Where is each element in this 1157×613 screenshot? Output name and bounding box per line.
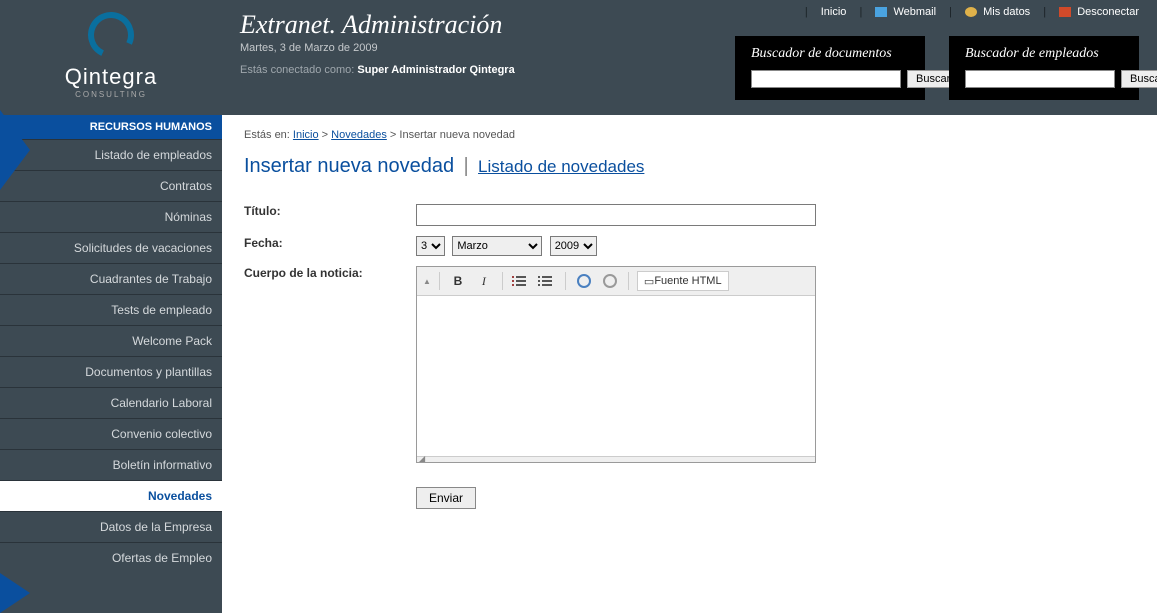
ordered-list-button[interactable] — [511, 271, 531, 291]
cuerpo-label: Cuerpo de la noticia: — [244, 266, 416, 280]
collapse-icon[interactable]: ▲ — [423, 277, 431, 286]
nav-desconectar[interactable]: Desconectar — [1077, 6, 1139, 18]
nav-webmail[interactable]: Webmail — [893, 6, 936, 18]
search-employees: Buscador de empleados Buscar — [949, 36, 1139, 100]
brand-logo-icon — [82, 6, 141, 65]
titulo-input[interactable] — [416, 204, 816, 226]
search-employees-button[interactable]: Buscar — [1121, 70, 1157, 88]
sidebar-item[interactable]: Boletín informativo — [0, 449, 222, 480]
sidebar-item[interactable]: Novedades — [0, 480, 222, 511]
listado-novedades-link[interactable]: Listado de novedades — [478, 157, 644, 176]
sidebar-item[interactable]: Contratos — [0, 170, 222, 201]
sidebar-item[interactable]: Welcome Pack — [0, 325, 222, 356]
sidebar-item[interactable]: Datos de la Empresa — [0, 511, 222, 542]
logout-icon — [1059, 7, 1071, 17]
sidebar-item[interactable]: Ofertas de Empleo — [0, 542, 222, 573]
italic-button[interactable]: I — [474, 271, 494, 291]
user-icon — [965, 7, 977, 17]
fecha-day-select[interactable]: 3 — [416, 236, 445, 256]
unlink-button[interactable] — [600, 271, 620, 291]
sidebar-item[interactable]: Convenio colectivo — [0, 418, 222, 449]
editor-textarea[interactable] — [417, 296, 815, 456]
breadcrumb-inicio[interactable]: Inicio — [293, 129, 319, 141]
sidebar: RECURSOS HUMANOS Listado de empleadosCon… — [0, 115, 222, 613]
brand-name: Qintegra — [0, 64, 222, 90]
nav-mis-datos[interactable]: Mis datos — [983, 6, 1030, 18]
sidebar-category[interactable]: RECURSOS HUMANOS — [0, 115, 222, 139]
header: | Inicio | Webmail | Mis datos | Descone… — [222, 0, 1157, 115]
main-content: Estás en: Inicio > Novedades > Insertar … — [222, 115, 1012, 613]
search-documents-title: Buscador de documentos — [751, 46, 909, 62]
sidebar-item[interactable]: Tests de empleado — [0, 294, 222, 325]
brand-block: Qintegra CONSULTING — [0, 0, 222, 115]
sidebar-item[interactable]: Solicitudes de vacaciones — [0, 232, 222, 263]
breadcrumb-current: Insertar nueva novedad — [399, 129, 515, 141]
nav-inicio[interactable]: Inicio — [821, 6, 847, 18]
editor-resize-handle[interactable]: ◢ — [417, 456, 815, 462]
search-documents-input[interactable] — [751, 70, 901, 88]
sidebar-item[interactable]: Listado de empleados — [0, 139, 222, 170]
link-button[interactable] — [574, 271, 594, 291]
source-button[interactable]: Fuente HTML — [637, 271, 729, 291]
fecha-label: Fecha: — [244, 236, 416, 250]
breadcrumb-novedades[interactable]: Novedades — [331, 129, 387, 141]
search-employees-title: Buscador de empleados — [965, 46, 1123, 62]
titulo-label: Título: — [244, 204, 416, 218]
page-title: Insertar nueva novedad — [244, 155, 454, 177]
connected-prefix: Estás conectado como: — [240, 64, 354, 76]
breadcrumb: Estás en: Inicio > Novedades > Insertar … — [244, 129, 990, 141]
utility-nav: | Inicio | Webmail | Mis datos | Descone… — [795, 6, 1139, 18]
sidebar-item[interactable]: Cuadrantes de Trabajo — [0, 263, 222, 294]
connected-user: Super Administrador Qintegra — [357, 64, 514, 76]
editor-toolbar: ▲ B I — [417, 267, 815, 296]
bold-button[interactable]: B — [448, 271, 468, 291]
sidebar-item[interactable]: Nóminas — [0, 201, 222, 232]
sidebar-item[interactable]: Documentos y plantillas — [0, 356, 222, 387]
decor-triangle — [0, 110, 30, 190]
sidebar-item[interactable]: Calendario Laboral — [0, 387, 222, 418]
breadcrumb-prefix: Estás en: — [244, 129, 290, 141]
decor-triangle-2 — [0, 573, 30, 613]
sidebar-footer — [0, 573, 222, 613]
unordered-list-button[interactable] — [537, 271, 557, 291]
mail-icon — [875, 7, 887, 17]
fecha-month-select[interactable]: Marzo — [452, 236, 542, 256]
brand-subtitle: CONSULTING — [0, 90, 222, 99]
search-documents: Buscador de documentos Buscar — [735, 36, 925, 100]
rich-text-editor: ▲ B I — [416, 266, 816, 463]
fecha-year-select[interactable]: 2009 — [550, 236, 597, 256]
search-employees-input[interactable] — [965, 70, 1115, 88]
submit-button[interactable]: Enviar — [416, 487, 476, 509]
